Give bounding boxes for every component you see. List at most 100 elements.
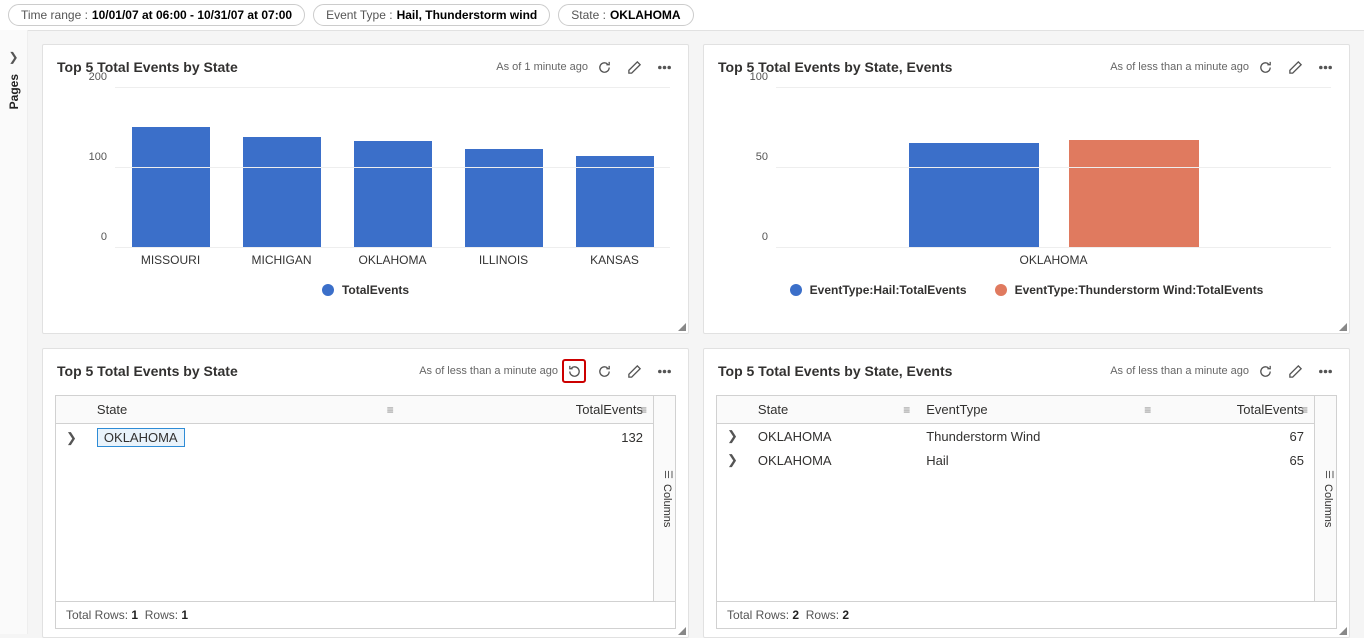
legend-item[interactable]: EventType:Hail:TotalEvents [790, 283, 967, 297]
column-header-state[interactable]: State≡ [748, 396, 916, 424]
column-menu-icon[interactable]: ≡ [1301, 403, 1308, 417]
table-row[interactable]: ❯ OKLAHOMA132 [56, 424, 653, 452]
resize-handle-icon[interactable] [676, 321, 686, 331]
edit-icon[interactable] [1283, 55, 1307, 79]
cell-total: 65 [1157, 448, 1314, 472]
filter-state[interactable]: State : OKLAHOMA [558, 4, 693, 26]
resize-handle-icon[interactable] [1337, 321, 1347, 331]
legend-swatch-icon [995, 284, 1007, 296]
columns-icon: ☰ [662, 469, 673, 480]
cell-eventtype: Hail [916, 448, 1157, 472]
x-label: KANSAS [559, 253, 670, 267]
legend-item[interactable]: TotalEvents [322, 283, 409, 297]
y-tick: 100 [750, 71, 768, 83]
tile-header: Top 5 Total Events by State As of 1 minu… [43, 45, 688, 83]
columns-panel-toggle[interactable]: ☰Columns [1314, 396, 1336, 601]
tile-top-5-events-by-state-events-table: Top 5 Total Events by State, Events As o… [703, 348, 1350, 638]
column-expand [56, 396, 87, 424]
tile-header: Top 5 Total Events by State, Events As o… [704, 349, 1349, 387]
legend-label: TotalEvents [342, 283, 409, 297]
legend-swatch-icon [322, 284, 334, 296]
legend-label: EventType:Hail:TotalEvents [810, 283, 967, 297]
chart-legend: EventType:Hail:TotalEvents EventType:Thu… [722, 283, 1331, 297]
column-header-eventtype[interactable]: EventType≡ [916, 396, 1157, 424]
filter-label: State : [571, 8, 606, 22]
cell-state: OKLAHOMA [748, 424, 916, 449]
columns-panel-toggle[interactable]: ☰Columns [653, 396, 675, 601]
more-icon[interactable] [1313, 359, 1337, 383]
tile-status-text: As of less than a minute ago [419, 365, 558, 377]
table-wrap: State≡ EventType≡ TotalEvents≡ ❯ OKLAHOMA… [704, 387, 1349, 637]
table-row[interactable]: ❯ OKLAHOMAThunderstorm Wind67 [717, 424, 1314, 449]
tile-top-5-events-by-state-events-chart: Top 5 Total Events by State, Events As o… [703, 44, 1350, 334]
filter-value: OKLAHOMA [610, 8, 681, 22]
legend-swatch-icon [790, 284, 802, 296]
table-footer: Total Rows: 2 Rows: 2 [716, 602, 1337, 629]
tile-status-text: As of less than a minute ago [1110, 61, 1249, 73]
tile-top-5-events-by-state-chart: Top 5 Total Events by State As of 1 minu… [42, 44, 689, 334]
cell-total: 132 [400, 424, 653, 452]
dashboard-grid: Top 5 Total Events by State As of 1 minu… [28, 30, 1364, 634]
column-header-state[interactable]: State≡ [87, 396, 400, 424]
columns-icon: ☰ [1323, 469, 1334, 480]
cell-state: OKLAHOMA [87, 424, 400, 452]
more-icon[interactable] [652, 359, 676, 383]
expand-row-icon[interactable]: ❯ [66, 430, 77, 445]
column-header-total[interactable]: TotalEvents≡ [1157, 396, 1314, 424]
column-menu-icon[interactable]: ≡ [387, 403, 394, 417]
tile-top-5-events-by-state-table: Top 5 Total Events by State As of less t… [42, 348, 689, 638]
tile-status-text: As of 1 minute ago [496, 61, 588, 73]
filter-bar: Time range : 10/01/07 at 06:00 - 10/31/0… [0, 0, 1364, 31]
x-label: OKLAHOMA [337, 253, 448, 267]
pages-label[interactable]: Pages [7, 74, 21, 109]
filter-label: Time range : [21, 8, 88, 22]
column-expand [717, 396, 748, 424]
refresh-icon[interactable] [592, 359, 616, 383]
tile-title: Top 5 Total Events by State, Events [718, 59, 1110, 75]
expand-row-icon[interactable]: ❯ [727, 452, 738, 467]
tile-header: Top 5 Total Events by State, Events As o… [704, 45, 1349, 83]
column-menu-icon[interactable]: ≡ [640, 403, 647, 417]
column-header-total[interactable]: TotalEvents≡ [400, 396, 653, 424]
tile-title: Top 5 Total Events by State [57, 59, 496, 75]
pages-sidebar: ❯ Pages [0, 30, 28, 634]
more-icon[interactable] [1313, 55, 1337, 79]
refresh-icon[interactable] [592, 55, 616, 79]
chart-legend: TotalEvents [61, 283, 670, 297]
edit-icon[interactable] [622, 55, 646, 79]
x-label: ILLINOIS [448, 253, 559, 267]
expand-pages-chevron-icon[interactable]: ❯ [8, 50, 18, 64]
tile-title: Top 5 Total Events by State [57, 363, 419, 379]
y-tick: 0 [101, 231, 107, 243]
edit-icon[interactable] [622, 359, 646, 383]
edit-icon[interactable] [1283, 359, 1307, 383]
reset-icon[interactable] [562, 359, 586, 383]
chart-body: 0100200 MISSOURIMICHIGANOKLAHOMAILLINOIS… [43, 83, 688, 333]
legend-item[interactable]: EventType:Thunderstorm Wind:TotalEvents [995, 283, 1264, 297]
tile-title: Top 5 Total Events by State, Events [718, 363, 1110, 379]
cell-eventtype: Thunderstorm Wind [916, 424, 1157, 449]
cell-state: OKLAHOMA [748, 448, 916, 472]
column-menu-icon[interactable]: ≡ [903, 403, 910, 417]
data-table: State≡ EventType≡ TotalEvents≡ ❯ OKLAHOMA… [717, 396, 1314, 472]
refresh-icon[interactable] [1253, 55, 1277, 79]
more-icon[interactable] [652, 55, 676, 79]
table-footer: Total Rows: 1 Rows: 1 [55, 602, 676, 629]
column-menu-icon[interactable]: ≡ [1144, 403, 1151, 417]
filter-time-range[interactable]: Time range : 10/01/07 at 06:00 - 10/31/0… [8, 4, 305, 26]
refresh-icon[interactable] [1253, 359, 1277, 383]
tile-header: Top 5 Total Events by State As of less t… [43, 349, 688, 387]
expand-row-icon[interactable]: ❯ [727, 428, 738, 443]
cell-total: 67 [1157, 424, 1314, 449]
table-wrap: State≡ TotalEvents≡ ❯ OKLAHOMA132 ☰Column… [43, 387, 688, 637]
y-tick: 0 [762, 231, 768, 243]
x-label: MISSOURI [115, 253, 226, 267]
table-row[interactable]: ❯ OKLAHOMAHail65 [717, 448, 1314, 472]
legend-label: EventType:Thunderstorm Wind:TotalEvents [1015, 283, 1264, 297]
bar[interactable] [909, 143, 1039, 247]
filter-event-type[interactable]: Event Type : Hail, Thunderstorm wind [313, 4, 550, 26]
x-label: MICHIGAN [226, 253, 337, 267]
chart-body: 050100 OKLAHOMA EventType:Hail:TotalEven… [704, 83, 1349, 333]
bar[interactable] [1069, 140, 1199, 247]
filter-value: Hail, Thunderstorm wind [397, 8, 538, 22]
